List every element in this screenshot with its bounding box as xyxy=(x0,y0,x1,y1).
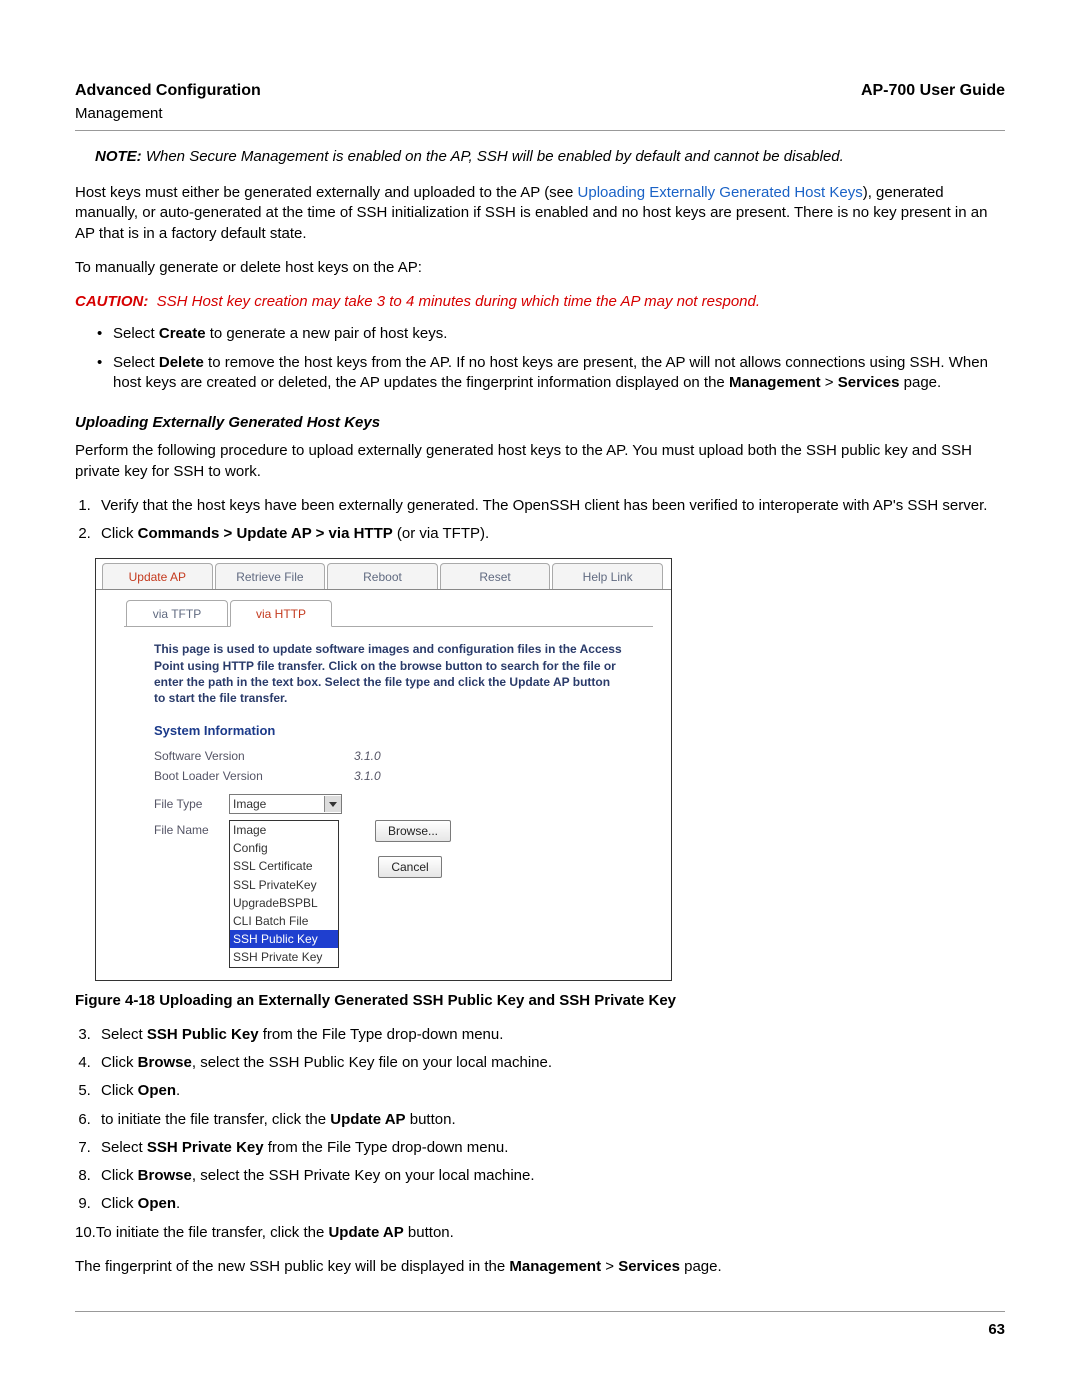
file-name-label: File Name xyxy=(154,820,229,838)
link-uploading-hostkeys[interactable]: Uploading Externally Generated Host Keys xyxy=(578,184,863,201)
file-type-row: File Type Image xyxy=(154,794,623,814)
header-divider xyxy=(75,130,1005,131)
tab-help-link[interactable]: Help Link xyxy=(552,563,663,589)
subheading-uploading: Uploading Externally Generated Host Keys xyxy=(75,413,1005,433)
inner-tab-row: via TFTP via HTTP xyxy=(96,590,671,626)
chevron-down-icon xyxy=(324,796,341,812)
opt-ssl-privatekey[interactable]: SSL PrivateKey xyxy=(230,876,338,894)
tab-retrieve-file[interactable]: Retrieve File xyxy=(215,563,326,589)
bootloader-version-row: Boot Loader Version 3.1.0 xyxy=(154,768,623,784)
step-2: Click Commands > Update AP > via HTTP (o… xyxy=(95,524,1005,544)
file-type-dropdown[interactable]: Image Config SSL Certificate SSL Private… xyxy=(229,820,339,968)
embedded-screenshot: Update AP Retrieve File Reboot Reset Hel… xyxy=(95,558,1005,980)
tab-update-ap[interactable]: Update AP xyxy=(102,563,213,589)
software-version-label: Software Version xyxy=(154,748,354,764)
software-version-row: Software Version 3.1.0 xyxy=(154,748,623,764)
opt-cli-batch-file[interactable]: CLI Batch File xyxy=(230,912,338,930)
software-version-value: 3.1.0 xyxy=(354,748,381,764)
caution-label: CAUTION: xyxy=(75,293,148,310)
step-4: Click Browse, select the SSH Public Key … xyxy=(95,1053,1005,1073)
opt-upgradebspbl[interactable]: UpgradeBSPBL xyxy=(230,894,338,912)
page-number: 63 xyxy=(75,1320,1005,1340)
note-label: NOTE: xyxy=(95,148,142,165)
header-subtitle: Management xyxy=(75,104,261,124)
file-type-label: File Type xyxy=(154,794,229,812)
note-line: NOTE: When Secure Management is enabled … xyxy=(95,147,1005,167)
file-type-selected: Image xyxy=(233,796,266,812)
inner-body: This page is used to update software ima… xyxy=(124,626,653,979)
system-information-title: System Information xyxy=(154,722,623,740)
top-tab-row: Update AP Retrieve File Reboot Reset Hel… xyxy=(96,559,671,590)
note-text: When Secure Management is enabled on the… xyxy=(146,148,844,165)
header-left: Advanced Configuration Management xyxy=(75,80,261,124)
paragraph-fingerprint: The fingerprint of the new SSH public ke… xyxy=(75,1257,1005,1277)
step-9: Click Open. xyxy=(95,1194,1005,1214)
file-type-select-wrap: Image xyxy=(229,794,342,814)
step-6: to initiate the file transfer, click the… xyxy=(95,1110,1005,1130)
file-name-row: File Name Image Config SSL Certificate S… xyxy=(154,820,623,968)
bootloader-version-label: Boot Loader Version xyxy=(154,768,354,784)
help-text: This page is used to update software ima… xyxy=(154,641,623,706)
step-5: Click Open. xyxy=(95,1081,1005,1101)
header-title: Advanced Configuration xyxy=(75,80,261,102)
bullet-create: Select Create to generate a new pair of … xyxy=(97,324,1005,344)
button-column: Browse... Cancel xyxy=(369,820,451,878)
figure-caption: Figure 4-18 Uploading an Externally Gene… xyxy=(75,991,1005,1011)
caution-text: SSH Host key creation may take 3 to 4 mi… xyxy=(157,293,760,310)
bullet-list: Select Create to generate a new pair of … xyxy=(75,324,1005,393)
tab-via-http[interactable]: via HTTP xyxy=(230,600,332,627)
step-8: Click Browse, select the SSH Private Key… xyxy=(95,1166,1005,1186)
paragraph-manual: To manually generate or delete host keys… xyxy=(75,258,1005,278)
tab-reboot[interactable]: Reboot xyxy=(327,563,438,589)
step-10: 10.To initiate the file transfer, click … xyxy=(75,1223,1005,1243)
opt-image[interactable]: Image xyxy=(230,821,338,839)
opt-config[interactable]: Config xyxy=(230,839,338,857)
browse-button[interactable]: Browse... xyxy=(375,820,451,842)
step-3: Select SSH Public Key from the File Type… xyxy=(95,1025,1005,1045)
footer-divider xyxy=(75,1311,1005,1312)
caution-line: CAUTION: SSH Host key creation may take … xyxy=(75,292,1005,312)
opt-ssl-certificate[interactable]: SSL Certificate xyxy=(230,857,338,875)
bootloader-version-value: 3.1.0 xyxy=(354,768,381,784)
page-header: Advanced Configuration Management AP-700… xyxy=(75,80,1005,124)
steps-list-b: Select SSH Public Key from the File Type… xyxy=(75,1025,1005,1215)
cancel-button[interactable]: Cancel xyxy=(378,856,441,878)
step-1: Verify that the host keys have been exte… xyxy=(95,496,1005,516)
bullet-delete: Select Delete to remove the host keys fr… xyxy=(97,353,1005,394)
opt-ssh-public-key[interactable]: SSH Public Key xyxy=(230,930,338,948)
tab-reset[interactable]: Reset xyxy=(440,563,551,589)
step-7: Select SSH Private Key from the File Typ… xyxy=(95,1138,1005,1158)
file-type-select[interactable]: Image xyxy=(229,794,342,814)
file-name-controls: Image Config SSL Certificate SSL Private… xyxy=(229,820,339,968)
paragraph-procedure: Perform the following procedure to uploa… xyxy=(75,441,1005,482)
opt-ssh-private-key[interactable]: SSH Private Key xyxy=(230,948,338,966)
paragraph-hostkeys: Host keys must either be generated exter… xyxy=(75,183,1005,244)
steps-list-a: Verify that the host keys have been exte… xyxy=(75,496,1005,545)
tab-via-tftp[interactable]: via TFTP xyxy=(126,600,228,626)
header-right: AP-700 User Guide xyxy=(861,80,1005,124)
